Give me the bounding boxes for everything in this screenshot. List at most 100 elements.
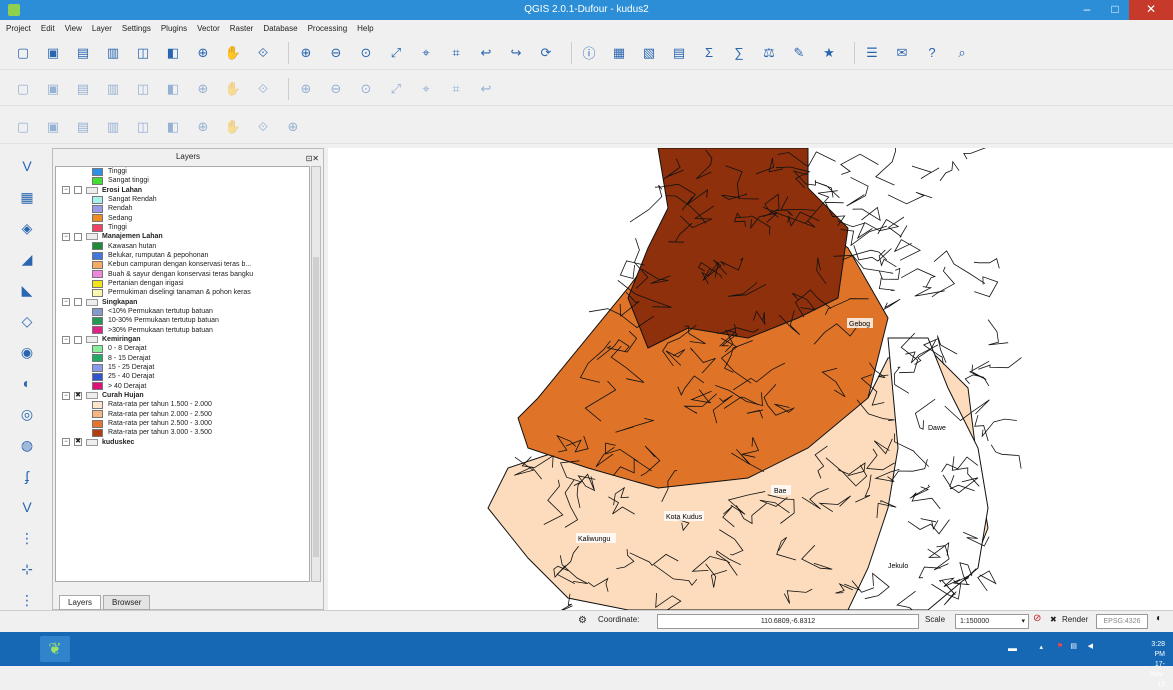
pan-to-selection-icon[interactable]: ⟐	[252, 42, 274, 64]
minimize-button[interactable]: –	[1073, 0, 1101, 20]
expand-collapse-icon[interactable]: −	[62, 186, 70, 195]
digitize-6-icon[interactable]: ⟐	[252, 116, 274, 138]
legend-item[interactable]: Rata-rata per tahun 2.000 - 2.500	[56, 410, 309, 419]
panel-float-close-icon[interactable]: ⊡✕	[306, 151, 319, 167]
move-label-icon[interactable]: ⌖	[415, 78, 437, 100]
render-checkbox[interactable]: ✖	[1050, 615, 1057, 624]
label-tool-icon[interactable]: ⊖	[325, 78, 347, 100]
menu-layer[interactable]: Layer	[92, 24, 112, 33]
messages-log-icon[interactable]: ◐	[1156, 613, 1162, 624]
add-oracle-layer-icon[interactable]: ◇	[14, 308, 40, 334]
messages-icon[interactable]: ⚙	[578, 615, 587, 626]
close-button[interactable]: ✕	[1129, 0, 1173, 20]
statistics-icon[interactable]: ∑	[728, 42, 750, 64]
menu-edit[interactable]: Edit	[41, 24, 55, 33]
change-label-icon[interactable]: ↩	[475, 78, 497, 100]
layer-group[interactable]: − Singkapan	[56, 298, 309, 307]
digitize-3-icon[interactable]: ◧	[162, 116, 184, 138]
flag-icon[interactable]: ⚑	[1057, 642, 1063, 650]
measure-icon[interactable]: ⚖	[758, 42, 780, 64]
new-vector-layer-icon[interactable]: V	[14, 494, 40, 520]
legend-item[interactable]: 8 - 15 Derajat	[56, 354, 309, 363]
zoom-last-icon[interactable]: ↩	[475, 42, 497, 64]
layer-visibility-checkbox[interactable]	[74, 298, 82, 307]
layer-group[interactable]: − ✖ Curah Hujan	[56, 391, 309, 400]
legend-item[interactable]: Kawasan hutan	[56, 242, 309, 251]
zoom-out-icon[interactable]: ⊖	[325, 42, 347, 64]
legend-item[interactable]: Rata-rata per tahun 3.000 - 3.500	[56, 428, 309, 437]
keyboard-icon[interactable]: ▬	[1008, 643, 1017, 653]
save-edits-icon[interactable]: ▤	[72, 78, 94, 100]
layer-tree-scrollbar[interactable]	[311, 166, 321, 582]
save-as-icon[interactable]: ▥	[102, 42, 124, 64]
gps-tool-icon[interactable]: ⊹	[14, 556, 40, 582]
select-icon[interactable]: ▦	[608, 42, 630, 64]
map-tips-icon[interactable]: ✎	[788, 42, 810, 64]
add-layer-icon[interactable]: ▢	[12, 116, 34, 138]
coordinate-field[interactable]: 110.6809,-6.8312	[657, 614, 919, 629]
scrollbar-thumb[interactable]	[313, 257, 319, 557]
legend-item[interactable]: Rata-rata per tahun 1.500 - 2.000	[56, 400, 309, 409]
legend-item[interactable]: 15 - 25 Derajat	[56, 363, 309, 372]
qgis-taskbar-icon[interactable]: ❦	[40, 636, 70, 662]
legend-item[interactable]: Permukiman diselingi tanaman & pohon ker…	[56, 288, 309, 297]
add-delimited-text-icon[interactable]: ◐	[14, 370, 40, 396]
tab-layers[interactable]: Layers	[59, 595, 102, 610]
identify-icon[interactable]: ⓘ	[578, 42, 600, 64]
add-feature-icon[interactable]: ▥	[102, 78, 124, 100]
new-bookmark-icon[interactable]: ★	[818, 42, 840, 64]
copy-features-icon[interactable]: ⟐	[252, 78, 274, 100]
legend-item[interactable]: > 40 Derajat	[56, 382, 309, 391]
current-edits-icon[interactable]: ▢	[12, 78, 34, 100]
menu-plugins[interactable]: Plugins	[161, 24, 187, 33]
crs-status[interactable]: EPSG:4326	[1096, 614, 1148, 629]
legend-item[interactable]: Sedang	[56, 214, 309, 223]
expand-collapse-icon[interactable]: −	[62, 335, 70, 344]
digitize-1-icon[interactable]: ▥	[102, 116, 124, 138]
digitize-5-icon[interactable]: ✋	[222, 116, 244, 138]
menu-vector[interactable]: Vector	[197, 24, 220, 33]
digitize-4-icon[interactable]: ⊕	[192, 116, 214, 138]
scale-combobox[interactable]: 1:150000 ▾	[955, 614, 1029, 629]
show-bookmarks-icon[interactable]: ☰	[861, 42, 883, 64]
menu-project[interactable]: Project	[6, 24, 31, 33]
legend-item[interactable]: Rendah	[56, 204, 309, 213]
zoom-full-icon[interactable]: ⤢	[385, 42, 407, 64]
layer-group[interactable]: − ✖ kuduskec	[56, 438, 309, 447]
digitize-7-icon[interactable]: ⊕	[282, 116, 304, 138]
menu-help[interactable]: Help	[357, 24, 373, 33]
legend-item[interactable]: 25 - 40 Derajat	[56, 372, 309, 381]
menu-processing[interactable]: Processing	[308, 24, 348, 33]
legend-item[interactable]: Pertanian dengan irigasi	[56, 279, 309, 288]
paste-features-icon[interactable]: ⊕	[295, 78, 317, 100]
help-icon[interactable]: ?	[921, 42, 943, 64]
new-project-icon[interactable]: ▢	[12, 42, 34, 64]
legend-item[interactable]: <10% Permukaan tertutup batuan	[56, 307, 309, 316]
delete-selected-icon[interactable]: ⊕	[192, 78, 214, 100]
zoom-to-selection-icon[interactable]: ⌖	[415, 42, 437, 64]
legend-item[interactable]: 0 - 8 Derajat	[56, 344, 309, 353]
text-annotation-icon[interactable]: ✉	[891, 42, 913, 64]
clock[interactable]: 3:28 PM 17-Nov-13	[1150, 640, 1165, 690]
open-attribute-table-icon[interactable]: ▤	[668, 42, 690, 64]
add-wms-layer-icon[interactable]: ◉	[14, 339, 40, 365]
menu-settings[interactable]: Settings	[122, 24, 151, 33]
layer-group[interactable]: − Erosi Lahan	[56, 186, 309, 195]
composer-manager-icon[interactable]: ◧	[162, 42, 184, 64]
node-tool-icon[interactable]: ◧	[162, 78, 184, 100]
whats-this-icon[interactable]: ⌕	[951, 42, 973, 64]
rotate-label-icon[interactable]: ⌗	[445, 78, 467, 100]
maximize-button[interactable]: □	[1101, 0, 1129, 20]
legend-item[interactable]: >30% Permukaan tertutup batuan	[56, 326, 309, 335]
add-wcs-layer-icon[interactable]: ◎	[14, 401, 40, 427]
show-hide-labels-icon[interactable]: ⤢	[385, 78, 407, 100]
network-icon[interactable]: ▤	[1070, 642, 1077, 650]
pan-icon[interactable]: ✋	[222, 42, 244, 64]
zoom-to-layer-icon[interactable]: ⌗	[445, 42, 467, 64]
layer-group[interactable]: − Kemiringan	[56, 335, 309, 344]
menu-raster[interactable]: Raster	[230, 24, 254, 33]
layer-visibility-checkbox[interactable]	[74, 186, 82, 195]
refresh-icon[interactable]: ⟳	[535, 42, 557, 64]
legend-item[interactable]: Sangat Rendah	[56, 195, 309, 204]
layer-visibility-checkbox[interactable]	[74, 335, 82, 344]
